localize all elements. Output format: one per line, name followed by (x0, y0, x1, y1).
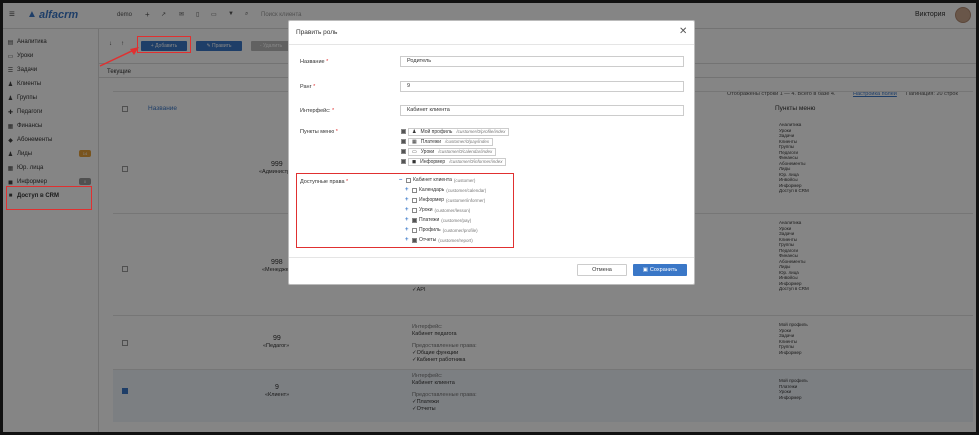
right-checkbox[interactable] (412, 187, 417, 193)
right-payments[interactable]: + Платежи (customer/pay) (405, 216, 471, 224)
menu-items-label: Пункты меню * (300, 129, 338, 135)
right-profile[interactable]: + Профиль (customer/profile) (405, 226, 478, 234)
money-icon: ▦ (412, 138, 417, 145)
interface-label: Интерфейс: * (300, 108, 335, 114)
rights-root[interactable]: – Кабинет клиента (customer) (399, 176, 475, 184)
modal-footer-divider (289, 257, 694, 258)
menu-item-informer[interactable]: ◼ Информер/customer/0/informer/index (401, 157, 507, 166)
desktop-icon: ▭ (412, 148, 417, 155)
menu-checkbox[interactable] (401, 149, 406, 154)
right-checkbox[interactable] (412, 217, 417, 223)
edit-role-modal: Править роль ✕ Название * Родитель Ранг … (288, 20, 695, 285)
menu-checkbox[interactable] (401, 139, 406, 144)
collapse-icon[interactable]: – (399, 177, 404, 183)
expand-icon[interactable]: + (405, 207, 410, 213)
expand-icon[interactable]: + (405, 227, 410, 233)
menu-item-profile[interactable]: ♟ Мой профиль/customer/0/profile/index (401, 127, 510, 136)
right-checkbox[interactable] (412, 197, 417, 203)
expand-icon[interactable]: + (405, 217, 410, 223)
highlight-crm-access (6, 186, 92, 210)
annotation-arrow-add (99, 47, 139, 67)
name-label: Название * (300, 59, 329, 65)
right-checkbox[interactable] (412, 227, 417, 233)
right-reports[interactable]: + Отчеты (customer/report) (405, 236, 473, 244)
rights-label: Доступные права * (300, 179, 349, 185)
right-checkbox[interactable] (412, 237, 417, 243)
right-calendar[interactable]: + Календарь (customer/calendar) (405, 186, 486, 194)
close-icon[interactable]: ✕ (679, 26, 687, 37)
right-checkbox[interactable] (412, 207, 417, 213)
menu-item-lessons[interactable]: ▭ Уроки/customer/0/calendar/index (401, 147, 497, 156)
expand-icon[interactable]: + (405, 237, 410, 243)
interface-select[interactable]: Кабинет клиента (400, 105, 684, 116)
save-button[interactable]: ▣ Сохранить (633, 264, 687, 276)
info-icon: ◼ (412, 158, 417, 165)
modal-title: Править роль (296, 29, 338, 36)
name-input[interactable]: Родитель (400, 56, 684, 67)
right-informer[interactable]: + Информер (customer/informer) (405, 196, 485, 204)
right-checkbox[interactable] (406, 177, 411, 183)
app-window: ≡ ▲ alfacrm demo + ↗ ✉ ▯ ▭ ▼ ⌕ Поиск кли… (0, 0, 979, 435)
rank-label: Ранг * (300, 84, 316, 90)
expand-icon[interactable]: + (405, 187, 410, 193)
save-icon: ▣ (642, 267, 648, 273)
rank-input[interactable]: 9 (400, 81, 684, 92)
menu-checkbox[interactable] (401, 159, 406, 164)
modal-header: Править роль ✕ (289, 21, 694, 45)
cancel-button[interactable]: Отмена (577, 264, 627, 276)
highlight-add-button (137, 36, 191, 53)
right-lessons[interactable]: + Уроки (customer/lesson) (405, 206, 470, 214)
expand-icon[interactable]: + (405, 197, 410, 203)
menu-checkbox[interactable] (401, 129, 406, 134)
user-icon: ♟ (412, 128, 417, 135)
menu-item-payments[interactable]: ▦ Платежи/customer/0/pay/index (401, 137, 494, 146)
